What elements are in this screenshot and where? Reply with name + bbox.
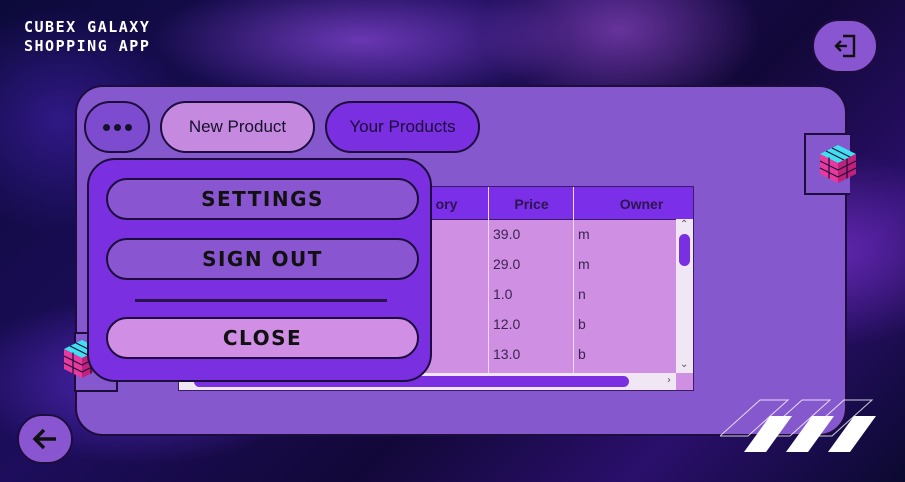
sign-out-button[interactable]: SIGN OUT <box>106 238 419 280</box>
owner-cell: m <box>578 256 590 272</box>
exit-door-icon <box>834 34 856 58</box>
tab-new-product[interactable]: New Product <box>160 101 315 153</box>
decorative-stripes <box>720 399 876 452</box>
rubiks-cube-icon <box>819 145 857 183</box>
close-button[interactable]: CLOSE <box>106 317 419 359</box>
arrow-left-icon <box>32 428 56 450</box>
options-menu: SETTINGS SIGN OUT CLOSE <box>87 158 432 382</box>
price-cell: 13.0 <box>493 346 521 362</box>
scroll-right-icon[interactable]: › <box>667 375 671 386</box>
column-header-owner[interactable]: Owner <box>574 187 709 219</box>
vertical-scroll-thumb[interactable] <box>679 234 690 266</box>
app-title-line1: CUBEX GALAXY <box>24 18 151 36</box>
settings-button[interactable]: SETTINGS <box>106 178 419 220</box>
price-cell: 39.0 <box>493 226 521 242</box>
menu-divider <box>135 299 387 302</box>
owner-cell: n <box>578 286 586 302</box>
owner-cell: m <box>578 226 590 242</box>
more-options-button[interactable] <box>84 101 150 153</box>
cube-tile-right <box>804 133 857 195</box>
tab-your-products[interactable]: Your Products <box>325 101 480 153</box>
scroll-up-icon[interactable]: ⌃ <box>680 219 688 230</box>
back-button[interactable] <box>17 414 73 464</box>
scroll-down-icon[interactable]: ⌄ <box>680 359 688 370</box>
column-header-price[interactable]: Price <box>489 187 574 219</box>
price-cell: 29.0 <box>493 256 521 272</box>
exit-button[interactable] <box>812 19 878 73</box>
owner-cell: b <box>578 316 586 332</box>
app-title: CUBEX GALAXY SHOPPING APP <box>24 18 150 56</box>
app-title-line2: SHOPPING APP <box>24 37 151 55</box>
price-cell: 1.0 <box>493 286 513 302</box>
owner-cell: b <box>578 346 586 362</box>
price-cell: 12.0 <box>493 316 521 332</box>
ellipsis-icon <box>101 123 134 131</box>
